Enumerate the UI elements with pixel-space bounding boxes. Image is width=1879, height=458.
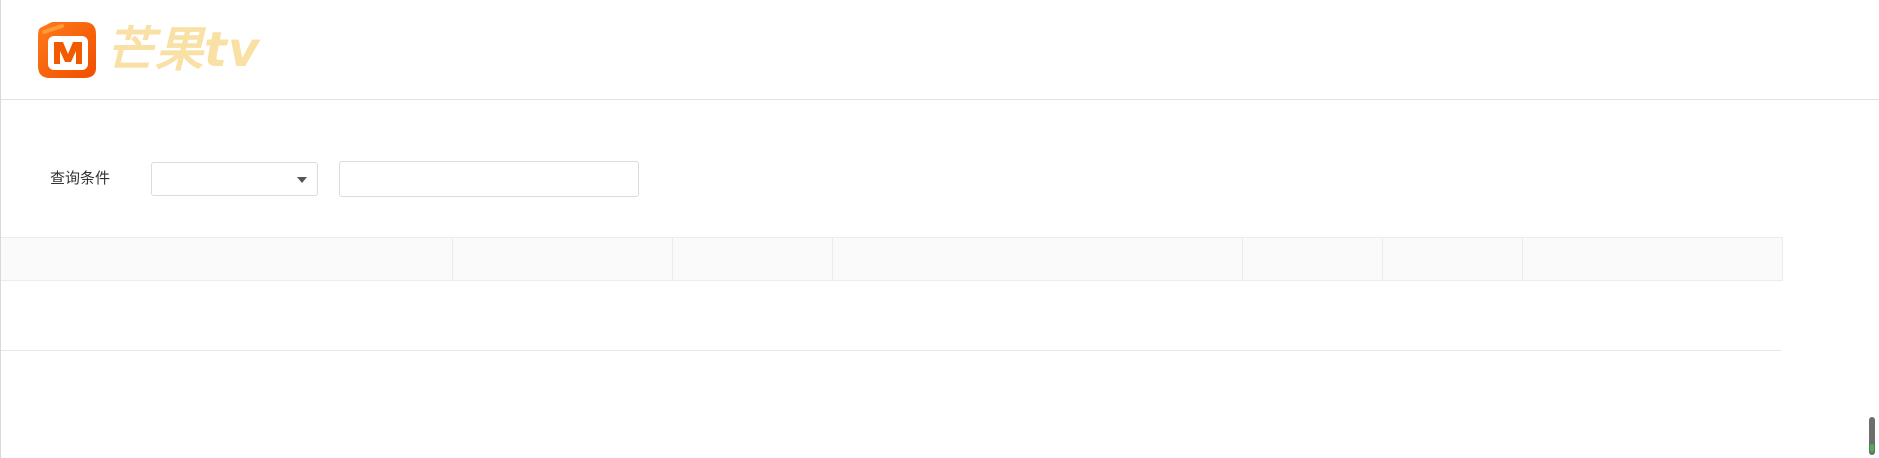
page: 芒果tv 查询条件 xyxy=(0,0,1879,458)
query-condition-select[interactable] xyxy=(151,162,318,196)
column-header[interactable] xyxy=(1383,238,1523,280)
query-input[interactable] xyxy=(339,161,639,197)
filter-label: 查询条件 xyxy=(50,169,111,187)
table-header xyxy=(1,237,1783,281)
mango-tv-logo-icon xyxy=(38,22,96,78)
caret-down-icon xyxy=(297,177,307,183)
scrollbar-thumb[interactable] xyxy=(1869,417,1875,455)
column-header[interactable] xyxy=(453,238,673,280)
column-header[interactable] xyxy=(1,238,453,280)
column-header[interactable] xyxy=(673,238,833,280)
column-header[interactable] xyxy=(1523,238,1782,280)
table-body xyxy=(1,281,1781,351)
data-table xyxy=(1,237,1783,351)
header: 芒果tv xyxy=(1,0,1879,100)
column-header[interactable] xyxy=(833,238,1243,280)
filter-bar: 查询条件 xyxy=(1,155,1879,197)
column-header[interactable] xyxy=(1243,238,1383,280)
logo-text: 芒果tv xyxy=(106,22,261,78)
logo[interactable]: 芒果tv xyxy=(34,18,260,82)
